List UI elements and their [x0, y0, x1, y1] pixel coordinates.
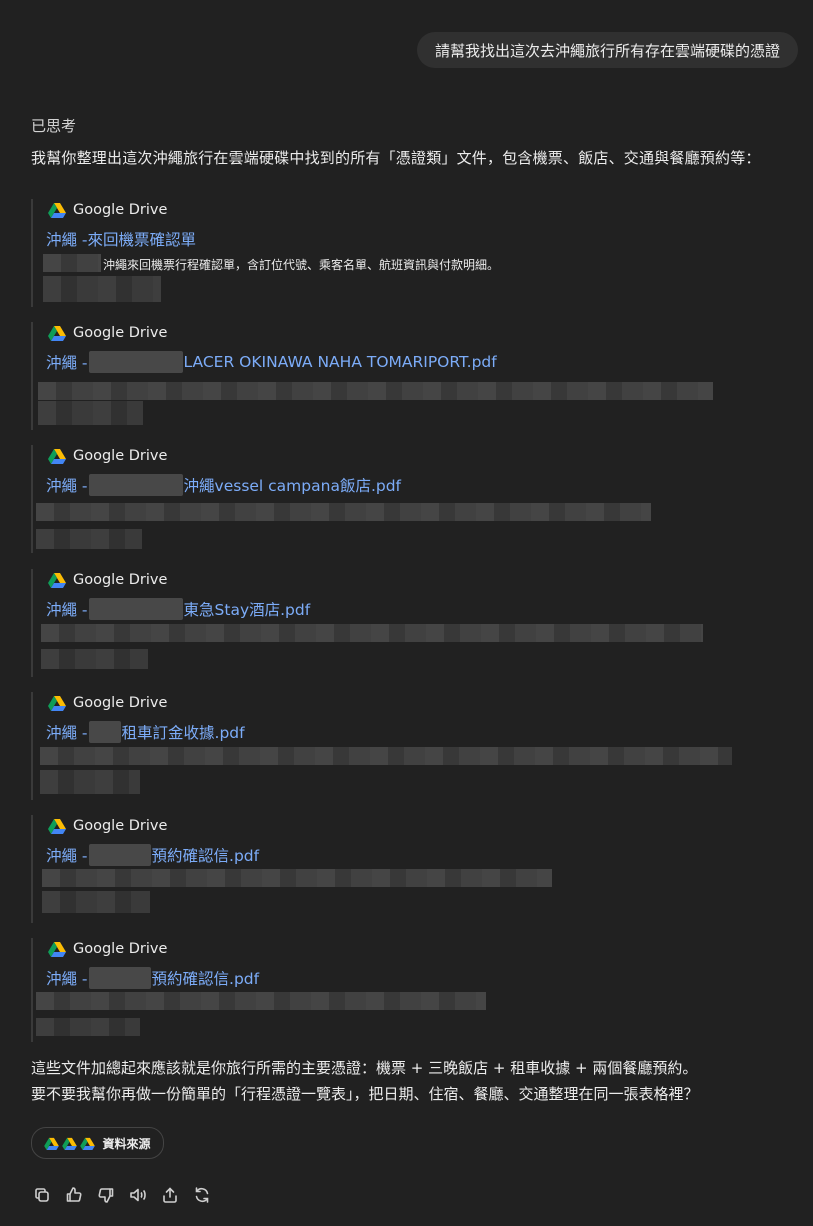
redacted-text [40, 747, 732, 765]
thumbs-up-icon[interactable] [63, 1184, 84, 1205]
title-suffix: 東急Stay酒店.pdf [183, 601, 311, 619]
source-label: Google Drive [48, 815, 167, 837]
title-prefix: 沖繩 - [46, 601, 88, 619]
summary-line: 要不要我幫你再做一份簡單的「行程憑證一覽表」，把日期、住宿、餐廳、交通整理在同一… [31, 1085, 699, 1103]
share-icon[interactable] [159, 1184, 180, 1205]
user-message-bubble: 請幫我找出這次去沖繩旅行所有存在雲端硬碟的憑證 [416, 32, 798, 68]
source-name: Google Drive [73, 202, 168, 218]
source-label: Google Drive [48, 938, 167, 960]
user-message-text: 請幫我找出這次去沖繩旅行所有存在雲端硬碟的憑證 [434, 41, 780, 60]
drive-result-card[interactable]: Google Drive 沖繩 - 預約確認信.pdf [31, 815, 793, 923]
drive-result-card[interactable]: Google Drive 沖繩 - 來回機票確認單 沖繩來回機票行程確認單，含訂位… [31, 199, 793, 307]
title-prefix: 沖繩 - [46, 354, 88, 372]
drive-result-card[interactable]: Google Drive 沖繩 - 租車訂金收據.pdf [31, 692, 793, 800]
source-label: Google Drive [48, 322, 167, 344]
google-drive-icon [44, 1137, 60, 1150]
redacted-text [43, 254, 101, 272]
title-suffix: 預約確認信.pdf [151, 970, 260, 988]
redacted-title [88, 351, 183, 373]
document-link[interactable]: 沖繩 - 來回機票確認單 [46, 228, 196, 250]
document-link[interactable]: 沖繩 - LACER OKINAWA NAHA TOMARIPORT.pdf [46, 351, 497, 373]
redacted-text [42, 891, 150, 913]
document-description: 沖繩來回機票行程確認單，含訂位代號、乘客名單、航班資訊與付款明細。 [103, 258, 500, 272]
google-drive-icon [48, 573, 66, 588]
source-name: Google Drive [73, 572, 168, 588]
read-aloud-icon[interactable] [127, 1184, 148, 1205]
redacted-text [38, 401, 143, 425]
redacted-title [88, 474, 183, 496]
thought-toggle[interactable]: 已思考 [31, 115, 76, 136]
title-prefix: 沖繩 - [46, 477, 88, 495]
title-suffix: 預約確認信.pdf [151, 847, 260, 865]
google-drive-icon [62, 1137, 78, 1150]
document-link[interactable]: 沖繩 - 租車訂金收據.pdf [46, 721, 245, 743]
source-name: Google Drive [73, 818, 168, 834]
drive-result-card[interactable]: Google Drive 沖繩 - 預約確認信.pdf [31, 938, 793, 1042]
title-prefix: 沖繩 - [46, 231, 88, 249]
redacted-text [41, 624, 703, 642]
google-drive-icon [48, 449, 66, 464]
title-suffix: 來回機票確認單 [87, 231, 197, 249]
sources-button[interactable]: 資料來源 [31, 1127, 164, 1159]
title-prefix: 沖繩 - [46, 724, 88, 742]
source-name: Google Drive [73, 448, 168, 464]
title-suffix: LACER OKINAWA NAHA TOMARIPORT.pdf [183, 353, 497, 371]
redacted-title [88, 967, 151, 989]
google-drive-icon [48, 942, 66, 957]
redacted-text [43, 276, 161, 302]
copy-icon[interactable] [31, 1184, 52, 1205]
document-link[interactable]: 沖繩 - 沖繩vessel campana飯店.pdf [46, 474, 401, 496]
title-suffix: 租車訂金收據.pdf [121, 724, 245, 742]
redacted-title [88, 598, 183, 620]
redacted-text [38, 382, 713, 400]
source-name: Google Drive [73, 325, 168, 341]
redacted-text [36, 503, 651, 521]
document-link[interactable]: 沖繩 - 預約確認信.pdf [46, 844, 259, 866]
redacted-text [41, 649, 148, 669]
source-label: Google Drive [48, 445, 167, 467]
title-prefix: 沖繩 - [46, 847, 88, 865]
assistant-summary: 這些文件加總起來應該就是你旅行所需的主要憑證：機票 + 三晚飯店 + 租車收據 … [31, 1055, 699, 1107]
source-name: Google Drive [73, 695, 168, 711]
redacted-text [36, 529, 142, 549]
redacted-text [42, 869, 552, 887]
google-drive-icon [80, 1137, 96, 1150]
sources-label: 資料來源 [102, 1136, 151, 1151]
drive-result-card[interactable]: Google Drive 沖繩 - 東急Stay酒店.pdf [31, 569, 793, 677]
google-drive-icon [48, 819, 66, 834]
redacted-title [88, 844, 151, 866]
source-name: Google Drive [73, 941, 168, 957]
redacted-title [88, 721, 121, 743]
redacted-text [40, 770, 140, 794]
google-drive-icon [48, 326, 66, 341]
drive-result-card[interactable]: Google Drive 沖繩 - 沖繩vessel campana飯店.pdf [31, 445, 793, 553]
title-prefix: 沖繩 - [46, 970, 88, 988]
source-label: Google Drive [48, 199, 167, 221]
source-label: Google Drive [48, 569, 167, 591]
assistant-intro: 我幫你整理出這次沖繩旅行在雲端硬碟中找到的所有「憑證類」文件，包含機票、飯店、交… [31, 149, 761, 167]
google-drive-icon [48, 696, 66, 711]
google-drive-icon [48, 203, 66, 218]
document-link[interactable]: 沖繩 - 東急Stay酒店.pdf [46, 598, 310, 620]
thumbs-down-icon[interactable] [95, 1184, 116, 1205]
document-link[interactable]: 沖繩 - 預約確認信.pdf [46, 967, 259, 989]
message-actions [31, 1184, 212, 1205]
redacted-text [36, 992, 486, 1010]
drive-result-card[interactable]: Google Drive 沖繩 - LACER OKINAWA NAHA TOM… [31, 322, 793, 430]
regenerate-icon[interactable] [191, 1184, 212, 1205]
title-suffix: 沖繩vessel campana飯店.pdf [183, 477, 402, 495]
redacted-text [36, 1018, 140, 1036]
summary-line: 這些文件加總起來應該就是你旅行所需的主要憑證：機票 + 三晚飯店 + 租車收據 … [31, 1059, 698, 1077]
source-label: Google Drive [48, 692, 167, 714]
